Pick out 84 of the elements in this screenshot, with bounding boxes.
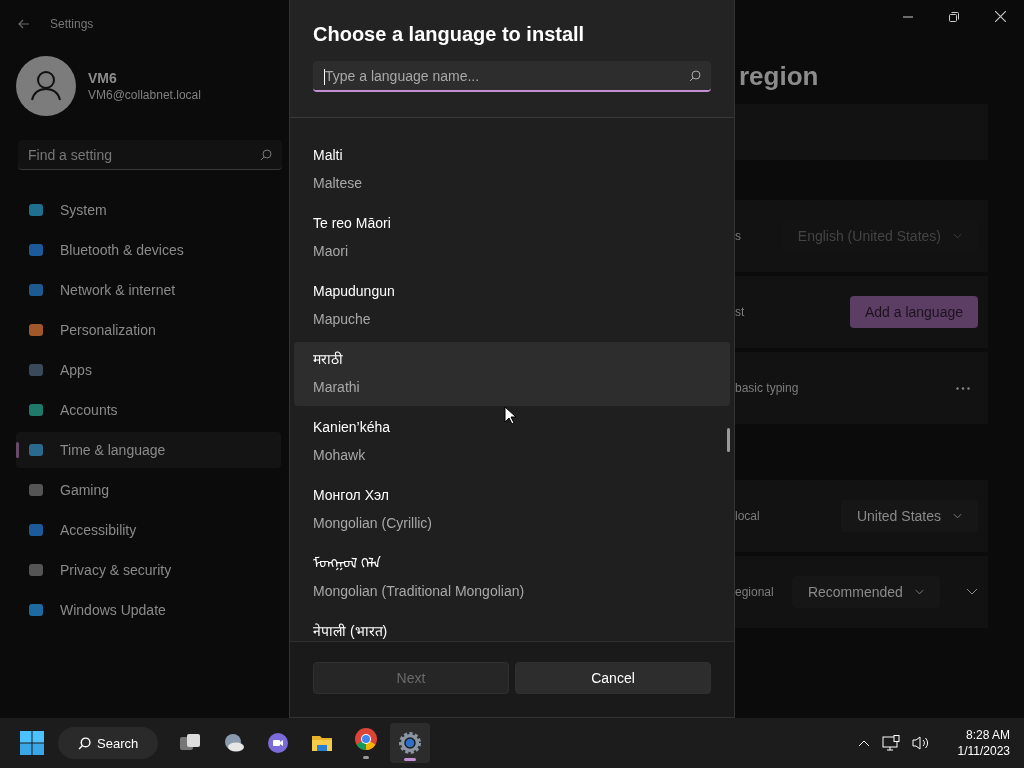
nav-icon — [28, 442, 44, 458]
volume-icon[interactable] — [911, 735, 930, 751]
search-icon — [689, 70, 701, 82]
restore-icon[interactable] — [949, 11, 959, 22]
nav-item[interactable]: Bluetooth & devices — [16, 232, 281, 268]
nav-item[interactable]: Gaming — [16, 472, 281, 508]
english-name: Maltese — [313, 174, 364, 193]
nav-icon — [28, 602, 44, 618]
search-field[interactable]: Type a language name... — [313, 61, 711, 92]
chevron-down-icon — [953, 233, 962, 239]
nav-icon — [28, 562, 44, 578]
row-label: s — [735, 229, 741, 243]
english-name: Mohawk — [313, 446, 367, 465]
english-name: Maori — [313, 242, 349, 261]
native-name: Kanien’kéha — [313, 418, 392, 437]
nav-icon — [28, 362, 44, 378]
nav-item[interactable]: Windows Update — [16, 592, 281, 628]
nav-item[interactable]: Accounts — [16, 392, 281, 428]
user-name: VM6 — [88, 70, 118, 86]
row-label: basic typing — [735, 381, 799, 395]
native-name: Монгол Хэл — [313, 486, 390, 505]
language-item[interactable]: Kanien’kéha Mohawk — [294, 410, 730, 474]
language-item[interactable]: Te reo Māori Maori — [294, 206, 730, 270]
chevron-up-icon[interactable] — [857, 739, 870, 747]
nav-icon — [28, 202, 44, 218]
native-name: ᠮᠣᠩᠭᠣᠯ ᠬᠡᠯᠡ — [313, 554, 382, 573]
english-name: Mapuche — [313, 310, 372, 329]
back-arrow-icon[interactable] — [18, 18, 30, 30]
language-item[interactable]: ᠮᠣᠩᠭᠣᠯ ᠬᠡᠯᠡ Mongolian (Traditional Mongolian) — [294, 546, 730, 610]
nav-icon — [28, 402, 44, 418]
scrollbar-thumb[interactable] — [727, 428, 730, 452]
nav-icon — [28, 322, 44, 338]
chevron-down-icon[interactable] — [966, 588, 978, 596]
language-item[interactable]: Монгол Хэл Mongolian (Cyrillic) — [294, 478, 730, 542]
nav-item[interactable]: Apps — [16, 352, 281, 388]
avatar-icon — [16, 56, 76, 116]
native-name: Te reo Māori — [313, 214, 392, 233]
browser-icon[interactable] — [354, 727, 379, 759]
nav-icon — [28, 522, 44, 538]
native-name: Mapudungun — [313, 282, 396, 301]
close-icon[interactable] — [995, 11, 1006, 22]
dialog-title: Choose a language to install — [313, 22, 586, 47]
language-item[interactable]: नेपाली (भारत) — [294, 614, 730, 641]
row-label: egional — [735, 585, 774, 599]
nav-item[interactable]: System — [16, 192, 281, 228]
search-icon — [260, 149, 272, 161]
app-title: Settings — [50, 17, 94, 31]
english-name: Mongolian (Cyrillic) — [313, 514, 434, 533]
native-name: मराठी — [313, 350, 344, 369]
nav-item[interactable]: Privacy & security — [16, 552, 281, 588]
video-chat-icon[interactable] — [266, 731, 291, 755]
dropdown[interactable]: Recommended — [791, 576, 940, 608]
language-item[interactable]: Malti Maltese — [294, 138, 730, 202]
nav-icon — [28, 242, 44, 258]
nav-icon — [28, 482, 44, 498]
chevron-down-icon — [953, 513, 962, 519]
english-name: Mongolian (Traditional Mongolian) — [313, 582, 526, 601]
user-email: VM6@collabnet.local — [88, 88, 201, 102]
search-field[interactable]: Find a setting — [18, 140, 282, 170]
search-button[interactable]: Search — [58, 727, 159, 759]
mouse-pointer-icon — [504, 406, 516, 425]
nav-item[interactable]: Time & language — [16, 432, 281, 468]
gear-icon[interactable] — [390, 723, 431, 763]
network-icon[interactable] — [881, 735, 900, 751]
clock-time[interactable]: 8:28 AM — [965, 727, 1010, 743]
start-icon[interactable] — [20, 731, 44, 755]
page-title: region — [739, 60, 819, 92]
row-label: local — [735, 509, 760, 523]
nav-item[interactable]: Network & internet — [16, 272, 281, 308]
nav-item[interactable]: Personalization — [16, 312, 281, 348]
language-item[interactable]: Mapudungun Mapuche — [294, 274, 730, 338]
dropdown[interactable]: United States — [840, 500, 978, 532]
english-name: Marathi — [313, 378, 361, 397]
language-item[interactable]: मराठी Marathi — [294, 342, 730, 406]
cancel-button[interactable]: Cancel — [515, 662, 711, 694]
more-options-icon[interactable] — [956, 386, 970, 390]
chevron-down-icon — [914, 589, 924, 595]
native-name: Malti — [313, 146, 344, 165]
nav-icon — [28, 282, 44, 298]
clock-date[interactable]: 1/11/2023 — [957, 743, 1010, 759]
nav-item[interactable]: Accessibility — [16, 512, 281, 548]
native-name: नेपाली (भारत) — [313, 622, 389, 641]
search-icon — [78, 736, 91, 750]
row-label: st — [735, 305, 745, 319]
